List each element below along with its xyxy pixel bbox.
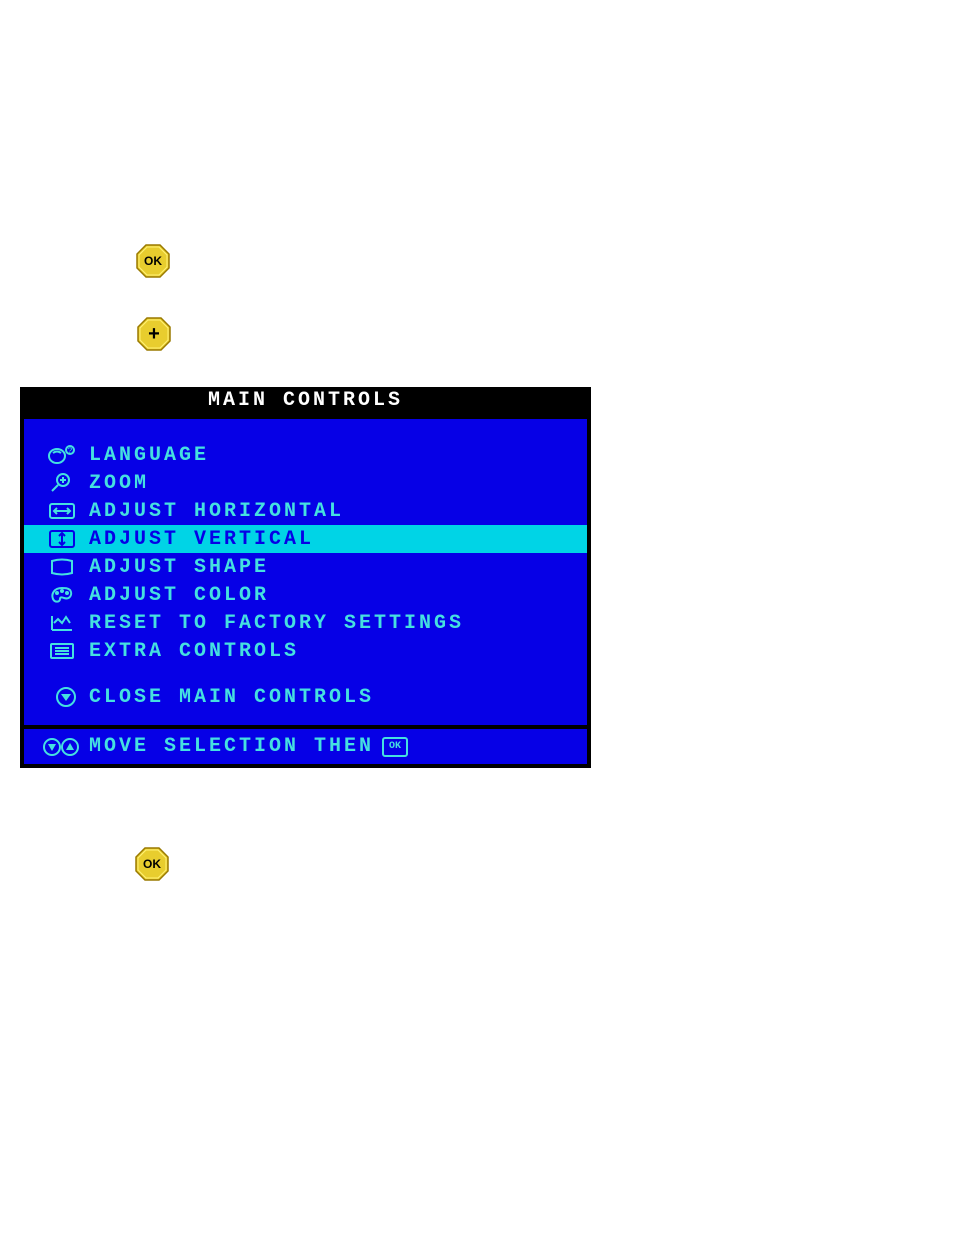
- menu-item-reset-factory[interactable]: RESET TO FACTORY SETTINGS: [24, 609, 587, 637]
- vertical-icon: [34, 529, 89, 549]
- osd-body: ? LANGUAGE ZOOM: [20, 417, 591, 727]
- osd-title: MAIN CONTROLS: [20, 387, 591, 417]
- plus-glyph: +: [148, 324, 160, 344]
- down-arrow-icon: [42, 686, 89, 708]
- ok-glyph: OK: [143, 857, 161, 871]
- menu-item-zoom[interactable]: ZOOM: [24, 469, 587, 497]
- osd-window: MAIN CONTROLS ? LANGUAGE: [20, 387, 591, 768]
- horizontal-icon: [34, 501, 89, 521]
- menu-item-adjust-vertical[interactable]: ADJUST VERTICAL: [24, 525, 587, 553]
- plus-button[interactable]: +: [137, 317, 171, 351]
- up-down-icon: [34, 736, 89, 758]
- svg-text:?: ?: [67, 447, 72, 456]
- menu-item-extra-controls[interactable]: EXTRA CONTROLS: [24, 637, 587, 665]
- menu-item-adjust-horizontal[interactable]: ADJUST HORIZONTAL: [24, 497, 587, 525]
- menu-item-adjust-color[interactable]: ADJUST COLOR: [24, 581, 587, 609]
- footer-text: MOVE SELECTION THEN: [89, 735, 374, 758]
- ok-button-bottom[interactable]: OK: [135, 847, 169, 881]
- list-icon: [34, 641, 89, 661]
- osd-footer: MOVE SELECTION THEN OK: [20, 727, 591, 768]
- language-icon: ?: [34, 444, 89, 466]
- magnify-icon: [34, 472, 89, 494]
- ok-button-top[interactable]: OK: [136, 244, 170, 278]
- palette-icon: [34, 585, 89, 605]
- ok-glyph: OK: [144, 254, 162, 268]
- ok-icon: OK: [382, 737, 408, 757]
- menu-item-language[interactable]: ? LANGUAGE: [24, 441, 587, 469]
- factory-icon: [34, 613, 89, 633]
- page: OK + MAIN CONTROLS ? LANGUAGE: [0, 0, 954, 1235]
- shape-icon: [34, 557, 89, 577]
- menu-item-close[interactable]: CLOSE MAIN CONTROLS: [24, 683, 587, 711]
- menu-item-adjust-shape[interactable]: ADJUST SHAPE: [24, 553, 587, 581]
